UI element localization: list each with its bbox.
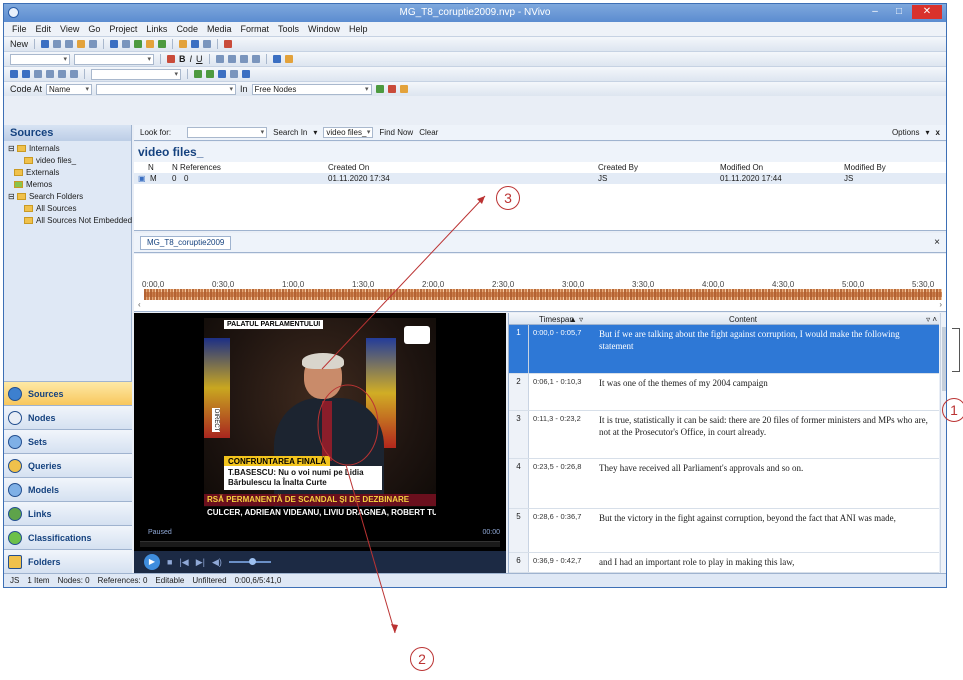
callout-3: 3 [496, 186, 520, 210]
callout-2: 2 [410, 647, 434, 671]
arrow-3-line [321, 195, 486, 370]
annotation-overlay [317, 195, 486, 634]
callout-1: 1 [942, 398, 963, 422]
highlight-circle [317, 384, 379, 466]
row-bracket [952, 328, 960, 372]
arrow-2-line [345, 464, 396, 634]
arrow-2-head [391, 624, 398, 633]
